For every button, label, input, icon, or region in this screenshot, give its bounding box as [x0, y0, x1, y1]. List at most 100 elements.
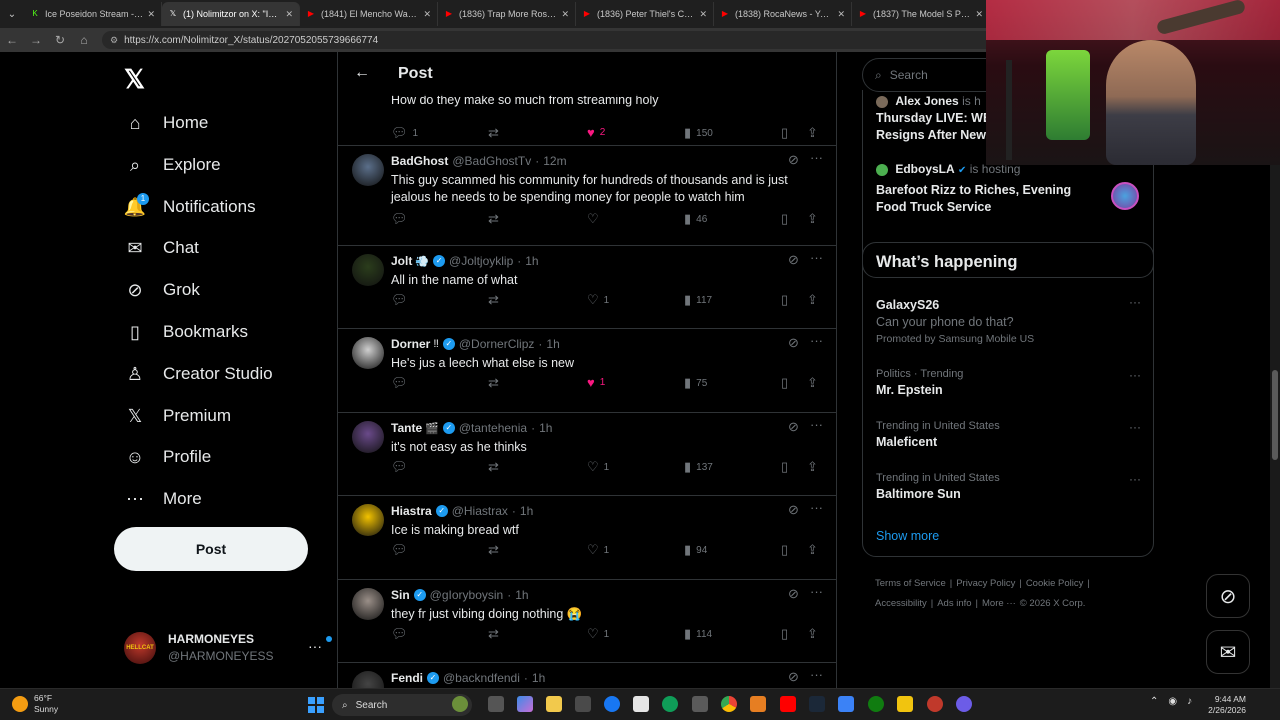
reply-post[interactable]: Dorner ‼ ✓ @DornerClipz · 1h ⊘ ··· He's jus a le… [338, 329, 836, 413]
more-dots-icon[interactable]: ··· [810, 667, 823, 682]
browser-tab[interactable]: ▶ (1836) Trap More Ross - You✕ [438, 2, 576, 26]
sidebar-item-explore[interactable]: ⌕ Explore [124, 150, 221, 180]
sidebar-item-creator-studio[interactable]: ♙ Creator Studio [124, 359, 273, 389]
more-dots-icon[interactable]: ··· [810, 250, 823, 265]
more-dots-icon[interactable]: ··· [1129, 295, 1141, 309]
like-button[interactable]: ♥ 1 [587, 375, 605, 390]
reply-button[interactable]: 💬︎ [391, 292, 413, 308]
author-name[interactable]: Tante [391, 421, 422, 435]
reply-post[interactable]: Tante 🎬 ✓ @tantehenia · 1h ⊘ ··· it's not easy a… [338, 413, 836, 496]
bookmark-button[interactable]: ▯ [781, 459, 788, 475]
avatar[interactable] [352, 254, 384, 286]
grok-icon[interactable]: ⊘ [788, 252, 799, 268]
author-handle[interactable]: @DornerClipz [459, 337, 535, 351]
reply-button[interactable]: 💬︎ [391, 542, 413, 558]
author-name[interactable]: Fendi [391, 671, 423, 685]
space-avatar[interactable] [1111, 182, 1139, 210]
back-arrow-icon[interactable]: ← [354, 64, 370, 82]
views-button[interactable]: ▮ 114 [684, 626, 712, 642]
grok-icon[interactable]: ⊘ [788, 669, 799, 685]
scrollbar-thumb[interactable] [1272, 370, 1278, 460]
sidebar-item-profile[interactable]: ☺ Profile [124, 442, 211, 472]
repost-button[interactable]: ⇄ [488, 125, 504, 141]
close-icon[interactable]: ✕ [285, 9, 293, 20]
reply-button[interactable]: 💬︎ [391, 626, 413, 642]
more-dots-icon[interactable]: ··· [810, 150, 823, 165]
reply-button[interactable]: 💬︎ [391, 459, 413, 475]
post-time[interactable]: 12m [543, 154, 566, 168]
network-icon[interactable]: ◉ [1168, 696, 1177, 707]
browser-tab[interactable]: ▶ (1838) RocaNews - YouTube ✕ [714, 2, 852, 26]
share-button[interactable]: ⇪ [807, 542, 818, 558]
trend-item[interactable]: Trending in United States Maleficent ··· [876, 420, 1141, 449]
more-dots-icon[interactable]: ··· [1129, 472, 1141, 486]
account-switcher[interactable]: HELLCAT HARMONEYES @HARMONEYESS ··· [124, 630, 332, 670]
youtube-icon[interactable] [780, 696, 796, 712]
taskbar-clock[interactable]: 9:44 AM 2/26/2026 [1206, 694, 1246, 716]
author-name[interactable]: Sin [391, 588, 410, 602]
more-dots-icon[interactable]: ··· [810, 333, 823, 348]
reply-button[interactable]: 💬︎ [391, 375, 413, 391]
forward-icon[interactable]: → [24, 33, 48, 47]
grok-icon[interactable]: ⊘ [788, 419, 799, 435]
author-name[interactable]: Dorner [391, 337, 430, 351]
post-time[interactable]: 1h [546, 337, 559, 351]
store-icon[interactable] [575, 696, 591, 712]
avatar[interactable] [352, 671, 384, 688]
browser-tab[interactable]: ▶ (1841) El Mencho Was Set U ✕ [300, 2, 438, 26]
views-button[interactable]: ▮ 117 [684, 292, 712, 308]
tab-list-button[interactable]: ⌄ [0, 0, 24, 28]
more-dots-icon[interactable]: ··· [1129, 368, 1141, 382]
close-icon[interactable]: ✕ [423, 9, 431, 20]
author-handle[interactable]: @Joltjoyklip [449, 254, 513, 268]
author-handle[interactable]: @tantehenia [459, 421, 527, 435]
trend-item[interactable]: Trending in United States Baltimore Sun ··… [876, 472, 1141, 501]
share-button[interactable]: ⇪ [807, 375, 818, 391]
more-dots-icon[interactable]: ··· [810, 417, 823, 432]
taskbar-search[interactable]: ⌕ Search [332, 694, 472, 716]
repost-button[interactable]: ⇄ [488, 292, 504, 308]
bookmark-button[interactable]: ▯ [781, 211, 788, 227]
more-dots-icon[interactable]: ··· [810, 584, 823, 599]
xbox-icon[interactable] [868, 696, 884, 712]
grok-icon[interactable]: ⊘ [788, 152, 799, 168]
sidebar-item-chat[interactable]: ✉ Chat [124, 233, 198, 263]
url-field[interactable]: ⚙ https://x.com/Nolimitzor_X/status/2027… [102, 31, 1002, 49]
sidebar-item-home[interactable]: ⌂ Home [124, 108, 209, 138]
space-title-2[interactable]: Barefoot Rizz to Riches, Evening [876, 182, 1071, 199]
back-icon[interactable]: ← [0, 33, 24, 47]
calculator-icon[interactable] [692, 696, 708, 712]
bookmark-button[interactable]: ▯ [781, 626, 788, 642]
views-button[interactable]: ▮ 46 [684, 211, 707, 227]
browser-tab[interactable]: 𝕏 (1) Nolimitzor on X: "Ice Poseido ✕ [162, 2, 300, 26]
reply-button[interactable]: 💬︎ 1 [391, 125, 418, 141]
like-button[interactable]: ♡ 1 [587, 626, 609, 642]
widget-app-icon[interactable] [452, 696, 468, 712]
file-explorer-icon[interactable] [546, 696, 562, 712]
facebook-icon[interactable] [604, 696, 620, 712]
close-icon[interactable]: ✕ [147, 9, 155, 20]
space-title-1[interactable]: Thursday LIVE: WE [876, 110, 991, 127]
sidebar-item-notifications[interactable]: 🔔 1 Notifications [124, 192, 256, 222]
trend-item[interactable]: Politics · Trending Mr. Epstein ··· [876, 368, 1141, 397]
more-dots-icon[interactable]: ··· [308, 638, 322, 654]
notes-icon[interactable] [897, 696, 913, 712]
obs-icon[interactable] [956, 696, 972, 712]
repost-button[interactable]: ⇄ [488, 211, 504, 227]
sidebar-item-premium[interactable]: 𝕏 Premium [124, 401, 231, 431]
grok-icon[interactable]: ⊘ [788, 586, 799, 602]
grok-icon[interactable]: ⊘ [788, 502, 799, 518]
close-icon[interactable]: ✕ [975, 9, 983, 20]
footer-link[interactable]: Cookie Policy [1026, 578, 1084, 589]
reply-post[interactable]: Fendi ✓ @backndfendi · 1h ⊘ ··· [338, 663, 836, 688]
chevron-up-icon[interactable]: ⌃ [1150, 696, 1158, 707]
repost-button[interactable]: ⇄ [488, 375, 504, 391]
post-time[interactable]: 1h [539, 421, 552, 435]
reply-post[interactable]: Jolt 💨 ✓ @Joltjoyklip · 1h ⊘ ··· All in the name… [338, 246, 836, 329]
weather-widget[interactable]: 66°F Sunny [12, 693, 58, 715]
site-info-icon[interactable]: ⚙ [110, 35, 118, 46]
space-host-1[interactable]: Alex Jones is h [876, 94, 981, 108]
more-dots-icon[interactable]: ··· [1129, 420, 1141, 434]
close-icon[interactable]: ✕ [561, 9, 569, 20]
reply-post[interactable]: Sin ✓ @gIoryboysin · 1h ⊘ ··· they fr just vibi… [338, 580, 836, 663]
